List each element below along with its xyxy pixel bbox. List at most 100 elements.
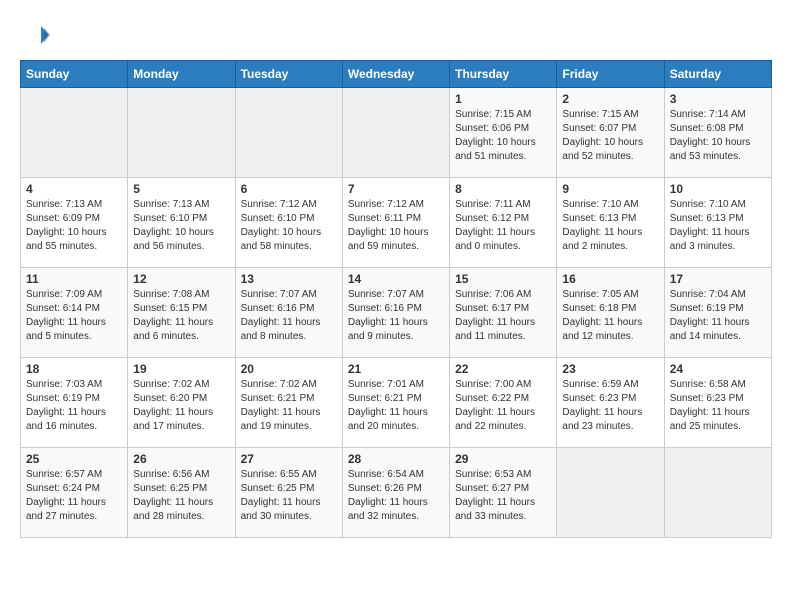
day-number: 23: [562, 362, 658, 376]
calendar-cell: 14 Sunrise: 7:07 AMSunset: 6:16 PMDayligh…: [342, 268, 449, 358]
week-row-3: 11Sunrise: 7:09 AMSunset: 6:14 PMDayligh…: [21, 268, 772, 358]
weekday-header-sunday: Sunday: [21, 61, 128, 88]
day-number: 18: [26, 362, 122, 376]
calendar-cell: 16 Sunrise: 7:05 AMSunset: 6:18 PMDayligh…: [557, 268, 664, 358]
day-info: Sunrise: 6:57 AMSunset: 6:24 PMDaylight:…: [26, 468, 122, 524]
day-number: 13: [241, 272, 337, 286]
day-number: 6: [241, 182, 337, 196]
calendar-cell: 23 Sunrise: 6:59 AMSunset: 6:23 PMDayligh…: [557, 358, 664, 448]
calendar-cell: 8Sunrise: 7:11 AMSunset: 6:12 PMDaylight…: [450, 178, 557, 268]
day-info: Sunrise: 7:13 AMSunset: 6:09 PMDaylight:…: [26, 198, 122, 254]
day-number: 7: [348, 182, 444, 196]
calendar-cell: 5 Sunrise: 7:13 AMSunset: 6:10 PMDaylight…: [128, 178, 235, 268]
calendar-cell: [21, 88, 128, 178]
logo-icon: [20, 20, 50, 50]
calendar-cell: 21Sunrise: 7:01 AMSunset: 6:21 PMDayligh…: [342, 358, 449, 448]
day-number: 26: [133, 452, 229, 466]
day-number: 28: [348, 452, 444, 466]
calendar-cell: [128, 88, 235, 178]
logo: [20, 20, 54, 50]
day-number: 29: [455, 452, 551, 466]
week-row-2: 4Sunrise: 7:13 AMSunset: 6:09 PMDaylight…: [21, 178, 772, 268]
day-number: 19: [133, 362, 229, 376]
calendar-cell: 24Sunrise: 6:58 AMSunset: 6:23 PMDayligh…: [664, 358, 771, 448]
day-info: Sunrise: 7:15 AMSunset: 6:06 PMDaylight:…: [455, 108, 551, 164]
day-number: 17: [670, 272, 766, 286]
calendar-cell: 2 Sunrise: 7:15 AMSunset: 6:07 PMDaylight…: [557, 88, 664, 178]
calendar-cell: 9Sunrise: 7:10 AMSunset: 6:13 PMDaylight…: [557, 178, 664, 268]
calendar-cell: 13 Sunrise: 7:07 AMSunset: 6:16 PMDayligh…: [235, 268, 342, 358]
weekday-header-friday: Friday: [557, 61, 664, 88]
day-info: Sunrise: 6:55 AMSunset: 6:25 PMDaylight:…: [241, 468, 337, 524]
calendar-cell: 20 Sunrise: 7:02 AMSunset: 6:21 PMDayligh…: [235, 358, 342, 448]
calendar-cell: 17 Sunrise: 7:04 AMSunset: 6:19 PMDayligh…: [664, 268, 771, 358]
day-info: Sunrise: 7:13 AMSunset: 6:10 PMDaylight:…: [133, 198, 229, 254]
day-info: Sunrise: 7:03 AMSunset: 6:19 PMDaylight:…: [26, 378, 122, 434]
day-info: Sunrise: 7:08 AMSunset: 6:15 PMDaylight:…: [133, 288, 229, 344]
day-number: 3: [670, 92, 766, 106]
calendar-cell: 25 Sunrise: 6:57 AMSunset: 6:24 PMDayligh…: [21, 448, 128, 538]
day-number: 1: [455, 92, 551, 106]
day-info: Sunrise: 6:56 AMSunset: 6:25 PMDaylight:…: [133, 468, 229, 524]
calendar-cell: [235, 88, 342, 178]
day-number: 16: [562, 272, 658, 286]
calendar-cell: 29 Sunrise: 6:53 AMSunset: 6:27 PMDayligh…: [450, 448, 557, 538]
calendar-cell: 22 Sunrise: 7:00 AMSunset: 6:22 PMDayligh…: [450, 358, 557, 448]
calendar-cell: 6 Sunrise: 7:12 AMSunset: 6:10 PMDaylight…: [235, 178, 342, 268]
day-info: Sunrise: 7:15 AMSunset: 6:07 PMDaylight:…: [562, 108, 658, 164]
day-number: 25: [26, 452, 122, 466]
day-info: Sunrise: 7:09 AMSunset: 6:14 PMDaylight:…: [26, 288, 122, 344]
day-number: 22: [455, 362, 551, 376]
page-header: [20, 20, 772, 50]
day-number: 14: [348, 272, 444, 286]
day-info: Sunrise: 7:12 AMSunset: 6:10 PMDaylight:…: [241, 198, 337, 254]
day-info: Sunrise: 7:02 AMSunset: 6:21 PMDaylight:…: [241, 378, 337, 434]
day-info: Sunrise: 7:04 AMSunset: 6:19 PMDaylight:…: [670, 288, 766, 344]
weekday-header-saturday: Saturday: [664, 61, 771, 88]
calendar-cell: 26 Sunrise: 6:56 AMSunset: 6:25 PMDayligh…: [128, 448, 235, 538]
week-row-4: 18 Sunrise: 7:03 AMSunset: 6:19 PMDayligh…: [21, 358, 772, 448]
day-info: Sunrise: 7:12 AMSunset: 6:11 PMDaylight:…: [348, 198, 444, 254]
calendar-cell: 12 Sunrise: 7:08 AMSunset: 6:15 PMDayligh…: [128, 268, 235, 358]
day-number: 5: [133, 182, 229, 196]
weekday-header-tuesday: Tuesday: [235, 61, 342, 88]
day-number: 24: [670, 362, 766, 376]
day-number: 15: [455, 272, 551, 286]
calendar-cell: 18 Sunrise: 7:03 AMSunset: 6:19 PMDayligh…: [21, 358, 128, 448]
day-number: 20: [241, 362, 337, 376]
day-info: Sunrise: 7:00 AMSunset: 6:22 PMDaylight:…: [455, 378, 551, 434]
calendar-cell: 11Sunrise: 7:09 AMSunset: 6:14 PMDayligh…: [21, 268, 128, 358]
weekday-header-thursday: Thursday: [450, 61, 557, 88]
calendar-cell: [342, 88, 449, 178]
day-number: 21: [348, 362, 444, 376]
day-info: Sunrise: 7:05 AMSunset: 6:18 PMDaylight:…: [562, 288, 658, 344]
day-number: 10: [670, 182, 766, 196]
calendar-cell: 7 Sunrise: 7:12 AMSunset: 6:11 PMDaylight…: [342, 178, 449, 268]
week-row-5: 25 Sunrise: 6:57 AMSunset: 6:24 PMDayligh…: [21, 448, 772, 538]
day-number: 2: [562, 92, 658, 106]
day-info: Sunrise: 7:07 AMSunset: 6:16 PMDaylight:…: [241, 288, 337, 344]
day-info: Sunrise: 7:10 AMSunset: 6:13 PMDaylight:…: [670, 198, 766, 254]
calendar-cell: [664, 448, 771, 538]
weekday-header-monday: Monday: [128, 61, 235, 88]
weekday-header-row: SundayMondayTuesdayWednesdayThursdayFrid…: [21, 61, 772, 88]
day-info: Sunrise: 7:14 AMSunset: 6:08 PMDaylight:…: [670, 108, 766, 164]
weekday-header-wednesday: Wednesday: [342, 61, 449, 88]
day-info: Sunrise: 7:02 AMSunset: 6:20 PMDaylight:…: [133, 378, 229, 434]
calendar-cell: 15 Sunrise: 7:06 AMSunset: 6:17 PMDayligh…: [450, 268, 557, 358]
calendar-cell: 3 Sunrise: 7:14 AMSunset: 6:08 PMDaylight…: [664, 88, 771, 178]
day-number: 12: [133, 272, 229, 286]
day-number: 9: [562, 182, 658, 196]
calendar-table: SundayMondayTuesdayWednesdayThursdayFrid…: [20, 60, 772, 538]
day-info: Sunrise: 7:07 AMSunset: 6:16 PMDaylight:…: [348, 288, 444, 344]
calendar-cell: 4Sunrise: 7:13 AMSunset: 6:09 PMDaylight…: [21, 178, 128, 268]
calendar-cell: [557, 448, 664, 538]
day-info: Sunrise: 6:59 AMSunset: 6:23 PMDaylight:…: [562, 378, 658, 434]
week-row-1: 1 Sunrise: 7:15 AMSunset: 6:06 PMDaylight…: [21, 88, 772, 178]
day-info: Sunrise: 6:54 AMSunset: 6:26 PMDaylight:…: [348, 468, 444, 524]
day-info: Sunrise: 6:53 AMSunset: 6:27 PMDaylight:…: [455, 468, 551, 524]
calendar-cell: 27Sunrise: 6:55 AMSunset: 6:25 PMDayligh…: [235, 448, 342, 538]
day-info: Sunrise: 7:06 AMSunset: 6:17 PMDaylight:…: [455, 288, 551, 344]
calendar-cell: 10 Sunrise: 7:10 AMSunset: 6:13 PMDayligh…: [664, 178, 771, 268]
day-info: Sunrise: 7:11 AMSunset: 6:12 PMDaylight:…: [455, 198, 551, 254]
